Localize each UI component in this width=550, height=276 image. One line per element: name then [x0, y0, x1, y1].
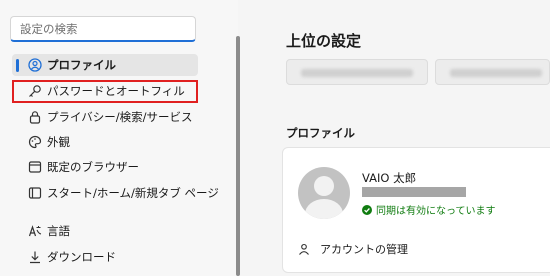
profile-section-title: プロファイル [286, 126, 355, 140]
check-circle-icon [362, 204, 372, 215]
settings-search-input[interactable] [10, 16, 196, 42]
lock-icon [29, 111, 41, 124]
profile-user-name: VAIO 太郎 [362, 171, 417, 185]
sidebar-item-appearance[interactable]: 外観 [12, 131, 198, 153]
sidebar-item-label: ダウンロード [47, 250, 116, 264]
sidebar-item-downloads[interactable]: ダウンロード [12, 246, 198, 268]
sidebar-item-label: プロファイル [47, 58, 116, 72]
sidebar-scrollbar[interactable] [236, 36, 240, 276]
language-icon [28, 225, 42, 237]
blurred-profile-button-2[interactable] [435, 59, 550, 85]
profile-icon [28, 58, 42, 72]
sidebar-item-default-browser[interactable]: 既定のブラウザー [12, 156, 198, 178]
sidebar-item-label: 既定のブラウザー [47, 160, 139, 174]
home-icon [28, 187, 42, 199]
redacted-email-bar [362, 187, 466, 197]
sidebar-item-start-home-newtab[interactable]: スタート/ホーム/新規タブ ページ [12, 182, 219, 204]
browser-icon [28, 161, 42, 173]
avatar[interactable] [298, 167, 350, 219]
sidebar-item-languages[interactable]: 言語 [12, 220, 198, 242]
page-title: 上位の設定 [286, 32, 362, 50]
selection-indicator [16, 59, 19, 72]
settings-main-pane: 上位の設定 プロファイル VAIO 太郎 同期は有効になっています アカウントの… [245, 0, 550, 276]
sync-status-text: 同期は有効になっています [376, 206, 496, 217]
sidebar-item-label: プライバシー/検索/サービス [47, 110, 193, 124]
sidebar-item-label: スタート/ホーム/新規タブ ページ [47, 186, 219, 200]
palette-icon [28, 135, 42, 149]
sync-status: 同期は有効になっています [362, 202, 496, 217]
manage-account-row[interactable]: アカウントの管理 [298, 241, 408, 257]
blurred-profile-button[interactable] [286, 59, 428, 85]
person-icon [299, 243, 309, 255]
profile-card: VAIO 太郎 同期は有効になっています アカウントの管理 [282, 147, 550, 273]
settings-sidebar: プロファイル パスワードとオートフィル プライバシー/検索/サービス 外観 [0, 0, 240, 276]
manage-account-label: アカウントの管理 [320, 243, 408, 256]
sidebar-item-label: 外観 [47, 135, 70, 149]
sidebar-item-label: 言語 [47, 224, 70, 238]
highlight-annotation-box [12, 80, 198, 103]
download-icon [30, 251, 40, 264]
sidebar-item-profile[interactable]: プロファイル [12, 54, 198, 76]
sidebar-item-privacy[interactable]: プライバシー/検索/サービス [12, 106, 198, 128]
